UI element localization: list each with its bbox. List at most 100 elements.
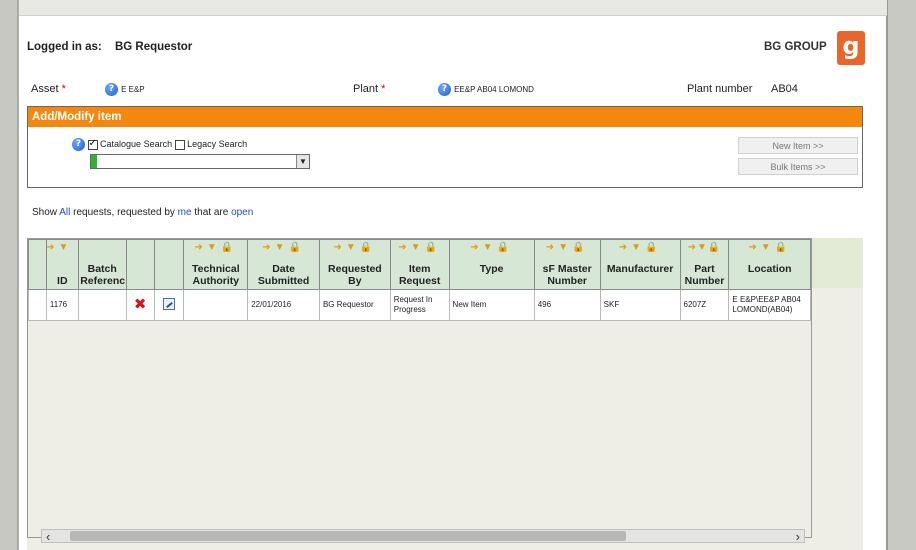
requests-table: ➜▼ ID Batch Referenc ➜▼🔒 Technical Authori…: [28, 239, 811, 321]
lock-icon[interactable]: 🔒: [289, 242, 305, 253]
row-selector-header: [28, 239, 47, 290]
plant-number-label: Plant number: [687, 83, 753, 95]
column-header-sf-master-number[interactable]: ➜▼🔒 sF Master Number: [533, 239, 601, 290]
lock-icon[interactable]: 🔒: [775, 242, 791, 253]
plant-label: Plant: [353, 83, 379, 95]
legacy-search-checkbox[interactable]: [174, 139, 185, 150]
sort-arrow-icon[interactable]: ➜: [688, 242, 697, 253]
funnel-icon[interactable]: ▼: [275, 242, 289, 253]
column-header-date-submitted[interactable]: ➜▼🔒 Date Submitted: [247, 239, 320, 290]
plant-number-value: AB04: [771, 83, 798, 95]
filter-open-link[interactable]: open: [231, 207, 253, 218]
page-frame: Logged in as: BG Requestor BG GROUP g As…: [18, 0, 887, 550]
edit-icon[interactable]: [163, 297, 175, 310]
add-modify-item-panel: Add/Modify item ? Catalogue Search Legac…: [27, 106, 863, 188]
column-header-technical-authority[interactable]: ➜▼🔒 Technical Authority: [183, 239, 249, 290]
cell-part-number: 6207Z: [679, 289, 730, 321]
plant-label-group: Plant *: [353, 83, 385, 95]
new-item-button[interactable]: New Item >>: [738, 137, 858, 154]
row-selector-cell[interactable]: [28, 289, 47, 321]
bg-logo: g: [837, 31, 865, 65]
show-prefix: Show: [32, 207, 58, 218]
funnel-icon[interactable]: ▼: [411, 242, 425, 253]
cell-technical-authority: [183, 289, 249, 321]
item-search-combobox[interactable]: ▼: [90, 154, 310, 169]
cell-type: New Item: [448, 289, 535, 321]
plant-value-group: ? EE&P AB04 LOMOND: [438, 83, 534, 96]
column-header-part-number[interactable]: ➜▼🔒 Part Number: [679, 239, 730, 290]
asset-label: Asset: [31, 83, 59, 95]
column-label-sf-master-number: sF Master Number: [542, 263, 592, 287]
filter-me-link[interactable]: me: [178, 207, 192, 218]
column-header-location[interactable]: ➜▼🔒 Location: [728, 239, 811, 290]
lock-icon[interactable]: 🔒: [221, 242, 237, 253]
sort-arrow-icon[interactable]: ➜: [470, 242, 482, 253]
bulk-items-button[interactable]: Bulk Items >>: [738, 158, 858, 175]
asset-value-group: ? E E&P: [105, 83, 145, 96]
lock-icon[interactable]: 🔒: [645, 242, 661, 253]
sort-arrow-icon[interactable]: ➜: [748, 242, 760, 253]
column-label-technical-authority: Technical Authority: [191, 263, 240, 287]
cell-item-request: Request In Progress: [389, 289, 450, 321]
horizontal-scrollbar[interactable]: ‹ ›: [41, 529, 805, 544]
help-icon[interactable]: ?: [105, 83, 118, 96]
column-header-item-request[interactable]: ➜▼🔒 Item Request: [389, 239, 450, 290]
logged-in-label: Logged in as:: [27, 41, 102, 53]
funnel-icon[interactable]: ▼: [761, 242, 775, 253]
column-label-batch: Batch Referenc: [80, 263, 126, 287]
help-icon[interactable]: ?: [438, 83, 451, 96]
edit-cell[interactable]: [153, 289, 185, 321]
show-mid: requests, requested by: [73, 207, 175, 218]
help-icon[interactable]: ?: [72, 138, 85, 151]
add-modify-title: Add/Modify item: [28, 107, 862, 127]
sort-arrow-icon[interactable]: ➜: [619, 242, 631, 253]
sort-arrow-icon[interactable]: ➜: [47, 242, 58, 253]
lock-icon[interactable]: 🔒: [708, 242, 721, 253]
column-header-type[interactable]: ➜▼🔒 Type: [448, 239, 535, 290]
legacy-search-label: Legacy Search: [187, 138, 248, 149]
funnel-icon[interactable]: ▼: [59, 242, 73, 253]
column-header-manufacturer[interactable]: ➜▼🔒 Manufacturer: [599, 239, 681, 290]
plant-value: EE&P AB04 LOMOND: [454, 85, 534, 94]
cell-sf-master-number: 496: [533, 289, 601, 321]
column-header-requested-by[interactable]: ➜▼🔒 Requested By: [318, 239, 391, 290]
sort-arrow-icon[interactable]: ➜: [333, 242, 345, 253]
lock-icon[interactable]: 🔒: [360, 242, 376, 253]
table-row[interactable]: 1176 ✖ 22/01/2016 BG Requestor Request I…: [28, 289, 811, 321]
sort-arrow-icon[interactable]: ➜: [262, 242, 274, 253]
plant-required-mark: *: [381, 83, 386, 95]
cell-manufacturer: SKF: [599, 289, 681, 321]
column-label-manufacturer: Manufacturer: [606, 263, 674, 275]
requests-grid-container: ⟳ ➜▼ID Batch Referenc ➜▼🔒Technical Autho…: [27, 238, 863, 550]
column-header-id[interactable]: ➜▼ ID: [45, 239, 79, 290]
delete-icon[interactable]: ✖: [125, 289, 155, 321]
funnel-icon[interactable]: ▼: [346, 242, 360, 253]
cell-location: E E&P\EE&P AB04 LOMOND(AB04): [728, 289, 811, 321]
lock-icon[interactable]: 🔒: [497, 242, 513, 253]
funnel-icon[interactable]: ▼: [631, 242, 645, 253]
column-label-date-submitted: Date Submitted: [257, 263, 310, 287]
scrollbar-thumb[interactable]: [70, 531, 626, 541]
scroll-right-icon[interactable]: ›: [796, 529, 800, 544]
scroll-left-icon[interactable]: ‹: [46, 529, 50, 544]
sort-arrow-icon[interactable]: ➜: [194, 242, 206, 253]
filter-all-link[interactable]: All: [59, 207, 70, 218]
sort-arrow-icon[interactable]: ➜: [546, 242, 558, 253]
column-label-location: Location: [747, 263, 792, 275]
show-mid2: that are: [194, 207, 229, 218]
lock-icon[interactable]: 🔒: [572, 242, 588, 253]
sort-arrow-icon[interactable]: ➜: [398, 242, 410, 253]
brand-name: BG GROUP: [764, 41, 827, 53]
funnel-icon[interactable]: ▼: [483, 242, 497, 253]
funnel-icon[interactable]: ▼: [558, 242, 572, 253]
lock-icon[interactable]: 🔒: [425, 242, 441, 253]
catalogue-search-checkbox[interactable]: [87, 138, 98, 150]
cell-id: 1176: [45, 289, 79, 321]
column-label-type: Type: [479, 263, 504, 275]
frame-top-bar: [19, 0, 887, 16]
funnel-icon[interactable]: ▼: [207, 242, 221, 253]
dropdown-arrow-icon[interactable]: ▼: [296, 155, 309, 168]
funnel-icon[interactable]: ▼: [697, 242, 708, 253]
column-header-batch[interactable]: Batch Referenc: [77, 239, 127, 290]
cell-date-submitted: 22/01/2016: [247, 289, 320, 321]
